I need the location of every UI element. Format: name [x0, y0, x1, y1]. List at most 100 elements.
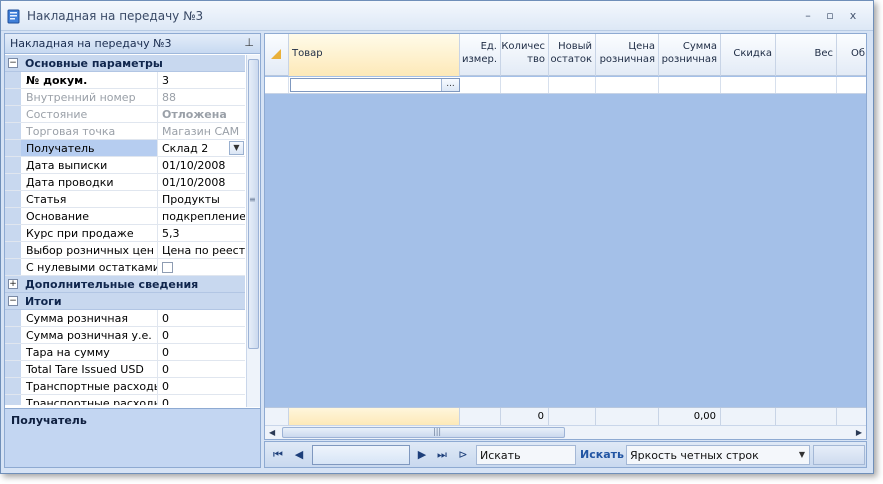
property-row[interactable]: Дата проводки 01/10/2008	[5, 174, 245, 191]
property-row[interactable]: Выбор розничных цен Цена по реестру	[5, 242, 245, 259]
property-row[interactable]: Транспортные расходы 0	[5, 378, 245, 395]
chevron-down-icon[interactable]: ▼	[229, 141, 244, 155]
properties-scrollbar[interactable]: ≡	[246, 55, 260, 407]
property-value: 0	[162, 397, 169, 405]
category-label: Основные параметры	[25, 57, 163, 70]
property-name: Сумма розничная	[21, 310, 158, 326]
property-row[interactable]: С нулевыми остатками	[5, 259, 245, 276]
property-row[interactable]: № докум. 3	[5, 72, 245, 89]
property-row[interactable]: Сумма розничная у.е. 0	[5, 327, 245, 344]
property-value[interactable]: Цена по реестру	[159, 242, 245, 258]
navigator-bar: ⏮ ◀ ▶ ⏭ ⊳ Искать Искать Яркость четных с…	[264, 441, 867, 468]
pin-icon[interactable]: ⊥	[244, 36, 254, 49]
property-row[interactable]: Тара на сумму 0	[5, 344, 245, 361]
column-header-new-balance[interactable]: Новый остаток	[549, 34, 596, 76]
property-name: Выбор розничных цен	[21, 242, 158, 258]
row-brightness-select[interactable]: Яркость четных строк ▼	[626, 445, 810, 465]
record-position-field[interactable]	[312, 445, 410, 465]
filter-cell[interactable]	[501, 77, 549, 93]
property-value	[159, 259, 245, 275]
next-record-icon[interactable]: ▶	[415, 447, 429, 463]
column-header-retail-price[interactable]: Цена розничная	[596, 34, 659, 76]
column-header-retail-sum[interactable]: Сумма розничная	[659, 34, 721, 76]
property-name: С нулевыми остатками	[21, 259, 158, 275]
column-header-weight[interactable]: Вес	[776, 34, 837, 76]
expand-icon[interactable]: +	[8, 279, 18, 289]
chevron-down-icon[interactable]: ▼	[799, 450, 805, 459]
property-row[interactable]: Total Tare Issued USD 0	[5, 361, 245, 378]
maximize-button[interactable]: ▫	[823, 9, 837, 23]
property-row-selected[interactable]: Получатель Склад 2 ▼	[5, 140, 245, 157]
property-value[interactable]: 5,3	[159, 225, 245, 241]
property-value[interactable]: 01/10/2008	[159, 157, 245, 173]
search-input[interactable]: Искать	[476, 445, 576, 465]
property-name: Дата проводки	[21, 174, 158, 190]
properties-panel-title: Накладная на передачу №3	[10, 37, 172, 50]
close-button[interactable]: x	[846, 9, 860, 23]
filter-cell[interactable]	[721, 77, 776, 93]
product-filter-input[interactable]: ...	[290, 78, 460, 92]
property-value[interactable]: 3	[159, 72, 245, 88]
scroll-left-icon[interactable]: ◀	[269, 428, 275, 437]
column-header-product[interactable]: Товар	[289, 34, 460, 76]
filter-cell[interactable]	[776, 77, 837, 93]
document-icon	[7, 9, 20, 24]
property-name: № докум.	[21, 72, 158, 88]
property-row[interactable]: Транспортные расходы I 0	[5, 395, 245, 405]
grid-header: Товар Ед. измер. Количес тво Новый остат…	[265, 34, 866, 76]
row-brightness-value: Яркость четных строк	[630, 449, 759, 462]
filter-cell[interactable]	[596, 77, 659, 93]
property-value: Магазин САМ	[162, 125, 240, 138]
title-bar[interactable]: Накладная на передачу №3 – ▫ x	[1, 1, 873, 31]
column-header-volume[interactable]: Об	[837, 34, 866, 76]
collapse-icon[interactable]: −	[8, 58, 18, 68]
properties-panel-header: Накладная на передачу №3 ⊥	[5, 34, 260, 54]
property-value: 0	[162, 329, 169, 342]
property-description: Получатель	[5, 408, 260, 467]
column-header-discount[interactable]: Скидка	[721, 34, 776, 76]
property-description-title: Получатель	[11, 414, 87, 427]
ellipsis-button[interactable]: ...	[441, 79, 459, 91]
main-window: Накладная на передачу №3 – ▫ x Накладная…	[0, 0, 874, 474]
scroll-right-icon[interactable]: ▶	[856, 428, 862, 437]
search-button[interactable]: Искать	[580, 448, 624, 461]
property-value: 0	[162, 346, 169, 359]
grid-corner[interactable]	[265, 34, 289, 76]
filter-cell[interactable]	[659, 77, 721, 93]
property-name: Транспортные расходы I	[21, 395, 158, 405]
first-record-icon[interactable]: ⏮	[271, 447, 285, 463]
collapse-icon[interactable]: −	[8, 296, 18, 306]
scrollbar-thumb[interactable]	[248, 59, 259, 349]
grid-horizontal-scrollbar[interactable]: ◀ ||| ▶	[265, 425, 866, 439]
filter-cell[interactable]	[549, 77, 596, 93]
scrollbar-thumb[interactable]: |||	[282, 427, 565, 438]
property-value[interactable]: подкрепление	[159, 208, 245, 224]
category-main[interactable]: − Основные параметры	[5, 55, 245, 72]
property-value[interactable]: Продукты	[159, 191, 245, 207]
property-value: 88	[162, 91, 176, 104]
property-row[interactable]: Курс при продаже 5,3	[5, 225, 245, 242]
property-row[interactable]: Статья Продукты	[5, 191, 245, 208]
filter-row: ...	[265, 77, 866, 94]
property-row[interactable]: Торговая точка Магазин САМ	[5, 123, 245, 140]
property-row[interactable]: Сумма розничная 0	[5, 310, 245, 327]
column-header-unit[interactable]: Ед. измер.	[460, 34, 501, 76]
filter-cell[interactable]	[460, 77, 501, 93]
minimize-button[interactable]: –	[801, 9, 815, 23]
property-value: Отложена	[162, 108, 227, 121]
property-row[interactable]: Внутренний номер 88	[5, 89, 245, 106]
find-record-icon[interactable]: ⊳	[456, 447, 470, 463]
property-value: 0	[162, 312, 169, 325]
prev-record-icon[interactable]: ◀	[292, 447, 306, 463]
category-label: Итоги	[25, 295, 62, 308]
last-record-icon[interactable]: ⏭	[435, 447, 449, 463]
property-row[interactable]: Состояние Отложена	[5, 106, 245, 123]
property-row[interactable]: Основание подкрепление	[5, 208, 245, 225]
property-row[interactable]: Дата выписки 01/10/2008	[5, 157, 245, 174]
property-value[interactable]: 01/10/2008	[159, 174, 245, 190]
category-extra[interactable]: + Дополнительные сведения	[5, 276, 245, 293]
column-header-quantity[interactable]: Количес тво	[501, 34, 549, 76]
category-totals[interactable]: − Итоги	[5, 293, 245, 310]
category-label: Дополнительные сведения	[25, 278, 199, 291]
zero-balance-checkbox[interactable]	[162, 262, 173, 273]
